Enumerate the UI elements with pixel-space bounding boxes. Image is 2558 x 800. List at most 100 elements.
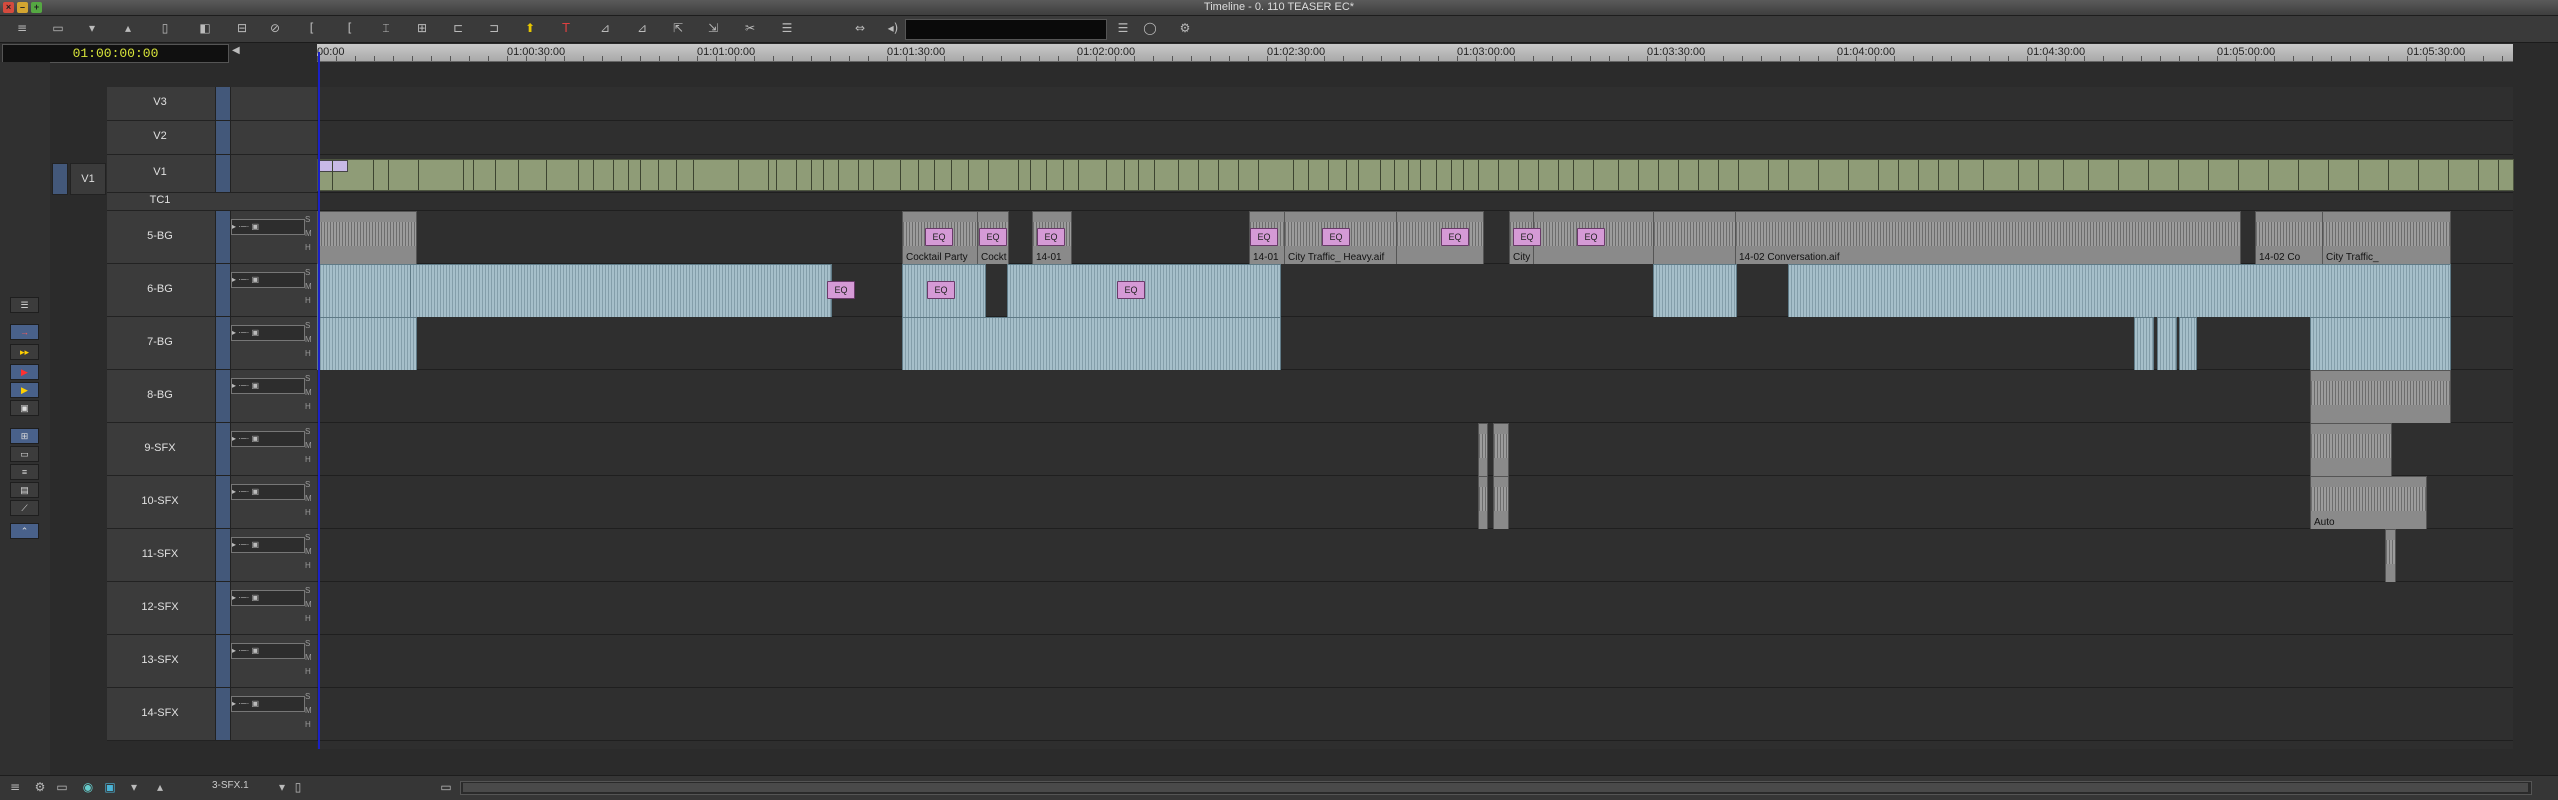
ripple-trim-tool-icon[interactable]: ▶ <box>10 382 39 398</box>
eq-effect-icon[interactable]: EQ <box>1441 228 1469 246</box>
audio-clip[interactable] <box>2385 529 2396 583</box>
audio-clip[interactable]: 14-02 Conversation.aif <box>1735 211 2241 265</box>
solo-mute-buttons[interactable]: S M H <box>305 372 315 414</box>
timeline-menu-icon[interactable]: ≡ <box>5 779 25 796</box>
audio-clip[interactable] <box>1653 264 1737 318</box>
video-lane[interactable] <box>317 155 2514 193</box>
lift-overwrite-tool-icon[interactable]: → <box>10 324 39 340</box>
eq-effect-icon[interactable]: EQ <box>1250 228 1278 246</box>
display-icon[interactable]: ▣ <box>100 779 120 796</box>
audio-lane[interactable] <box>317 582 2513 635</box>
palette-menu-icon[interactable]: ☰ <box>10 297 39 313</box>
track-control-strip[interactable]: ▸ ·─· ▣ <box>231 484 305 500</box>
track-control-strip[interactable]: ▸ ·─· ▣ <box>231 643 305 659</box>
audio-clip[interactable] <box>2134 317 2154 371</box>
record-icon[interactable]: ◯ <box>1140 20 1160 37</box>
audio-lane[interactable] <box>317 529 2513 583</box>
bracket-right-icon[interactable]: [ <box>340 20 360 37</box>
lift-icon[interactable]: ⊏ <box>448 20 468 37</box>
link-icon[interactable]: ⇔ <box>850 20 870 37</box>
track-select-button[interactable] <box>215 423 231 475</box>
chevron-down-icon[interactable]: ▾ <box>124 779 144 796</box>
solo-mute-buttons[interactable]: S M H <box>305 637 315 679</box>
audio-tools-icon[interactable]: ≡ <box>10 464 39 480</box>
chevron-up-icon[interactable]: ▴ <box>150 779 170 796</box>
source-track-v1[interactable]: V1 <box>70 163 106 195</box>
audio-clip[interactable] <box>2179 317 2197 371</box>
track-select-button[interactable] <box>215 264 231 316</box>
solo-mute-buttons[interactable]: S M H <box>305 584 315 626</box>
splice-icon[interactable]: ⌶ <box>376 20 396 37</box>
audio-clip[interactable] <box>2310 423 2392 477</box>
waveform-icon[interactable]: ⌃ <box>10 523 39 539</box>
audio-clip[interactable] <box>2310 370 2451 424</box>
list-options-icon[interactable]: ☰ <box>1113 20 1133 37</box>
mark-out-icon[interactable]: ◧ <box>195 20 215 37</box>
view-icon[interactable]: ▭ <box>52 779 72 796</box>
eq-effect-icon[interactable]: EQ <box>1037 228 1065 246</box>
lift-overwrite-icon[interactable]: ⇱ <box>668 20 688 37</box>
track-control-strip[interactable]: ▸ ·─· ▣ <box>231 590 305 606</box>
audio-clip[interactable] <box>902 317 1281 371</box>
track-select-button[interactable] <box>215 529 231 581</box>
eq-effect-icon[interactable]: EQ <box>1117 281 1145 299</box>
audio-lane[interactable] <box>317 370 2513 424</box>
track-select-button[interactable] <box>215 635 231 687</box>
scroll-thumb[interactable] <box>463 783 2528 792</box>
eq-effect-icon[interactable]: EQ <box>1322 228 1350 246</box>
track-select-button[interactable] <box>215 121 231 154</box>
audio-clip[interactable]: 14-02 Co <box>2255 211 2324 265</box>
audio-lane[interactable] <box>317 317 2513 371</box>
audio-clip[interactable] <box>1493 476 1509 530</box>
audio-lane[interactable] <box>317 635 2513 688</box>
audio-clip[interactable]: City Traffic_ <box>2322 211 2451 265</box>
solo-mute-buttons[interactable]: S M H <box>305 319 315 361</box>
solo-mute-buttons[interactable]: S M H <box>305 531 315 573</box>
audio-clip[interactable] <box>1478 476 1488 530</box>
audio-clip[interactable] <box>317 211 417 265</box>
extract-icon[interactable]: ⊐ <box>484 20 504 37</box>
gear-icon[interactable]: ⚙ <box>1175 20 1195 37</box>
audio-clip[interactable] <box>2310 317 2451 371</box>
audio-monitor-icon[interactable]: ◉ <box>78 779 98 796</box>
video-effect-marker[interactable] <box>318 160 348 172</box>
timeline-ruler-top[interactable]: 00:00 01:00:30:00 01:01:00:00 01:01:30:00 01… <box>317 44 2513 62</box>
clear-marks-icon[interactable]: ⊟ <box>232 20 252 37</box>
keyframe-icon[interactable]: ⟋ <box>10 500 39 516</box>
overwrite-icon[interactable]: ⊞ <box>412 20 432 37</box>
solo-mute-buttons[interactable]: S M H <box>305 213 315 255</box>
mark-in-icon[interactable]: ▯ <box>155 20 175 37</box>
folder-icon[interactable]: ▭ <box>48 20 68 37</box>
extract-splice-icon[interactable]: ⇲ <box>703 20 723 37</box>
audio-lane[interactable]: Cocktail Party Cockt 14-01 14-01 City Traffi… <box>317 211 2513 265</box>
audio-clip[interactable] <box>1493 423 1509 477</box>
timeline-scrollbar[interactable] <box>460 781 2532 795</box>
eq-effect-icon[interactable]: EQ <box>927 281 955 299</box>
eq-effect-icon[interactable]: EQ <box>979 228 1007 246</box>
add-edit-icon[interactable]: ⬆ <box>520 20 540 37</box>
timeline-area[interactable]: Cocktail Party Cockt 14-01 14-01 City Traffi… <box>317 87 2514 749</box>
track-select-button[interactable] <box>215 211 231 263</box>
track-select-button[interactable] <box>215 317 231 369</box>
timecode-menu-icon[interactable]: ◀ <box>232 45 240 56</box>
timecode-display[interactable]: 01:00:00:00 <box>2 44 229 63</box>
no-entry-icon[interactable]: ⊘ <box>265 20 285 37</box>
source-v1-selector[interactable] <box>52 163 68 195</box>
track-control-strip[interactable]: ▸ ·─· ▣ <box>231 219 305 235</box>
video-clip-v1[interactable] <box>317 159 2514 191</box>
chevron-up-icon[interactable]: ▴ <box>118 20 138 37</box>
eq-effect-icon[interactable]: EQ <box>1513 228 1541 246</box>
segment-mode-icon[interactable]: ⊿ <box>595 20 615 37</box>
scissors-icon[interactable]: ✂ <box>740 20 760 37</box>
track-select-button[interactable] <box>215 370 231 422</box>
track-select-button[interactable] <box>215 476 231 528</box>
track-control-strip[interactable]: ▸ ·─· ▣ <box>231 537 305 553</box>
audio-clip[interactable] <box>410 264 832 318</box>
solo-mute-buttons[interactable]: S M H <box>305 425 315 467</box>
track-select-button[interactable] <box>215 155 231 192</box>
audio-clip[interactable] <box>317 264 412 318</box>
audio-clip[interactable] <box>2157 317 2177 371</box>
menu-icon[interactable]: ≡ <box>12 20 32 37</box>
bracket-left-icon[interactable]: [ <box>302 20 322 37</box>
playhead[interactable] <box>318 52 320 749</box>
